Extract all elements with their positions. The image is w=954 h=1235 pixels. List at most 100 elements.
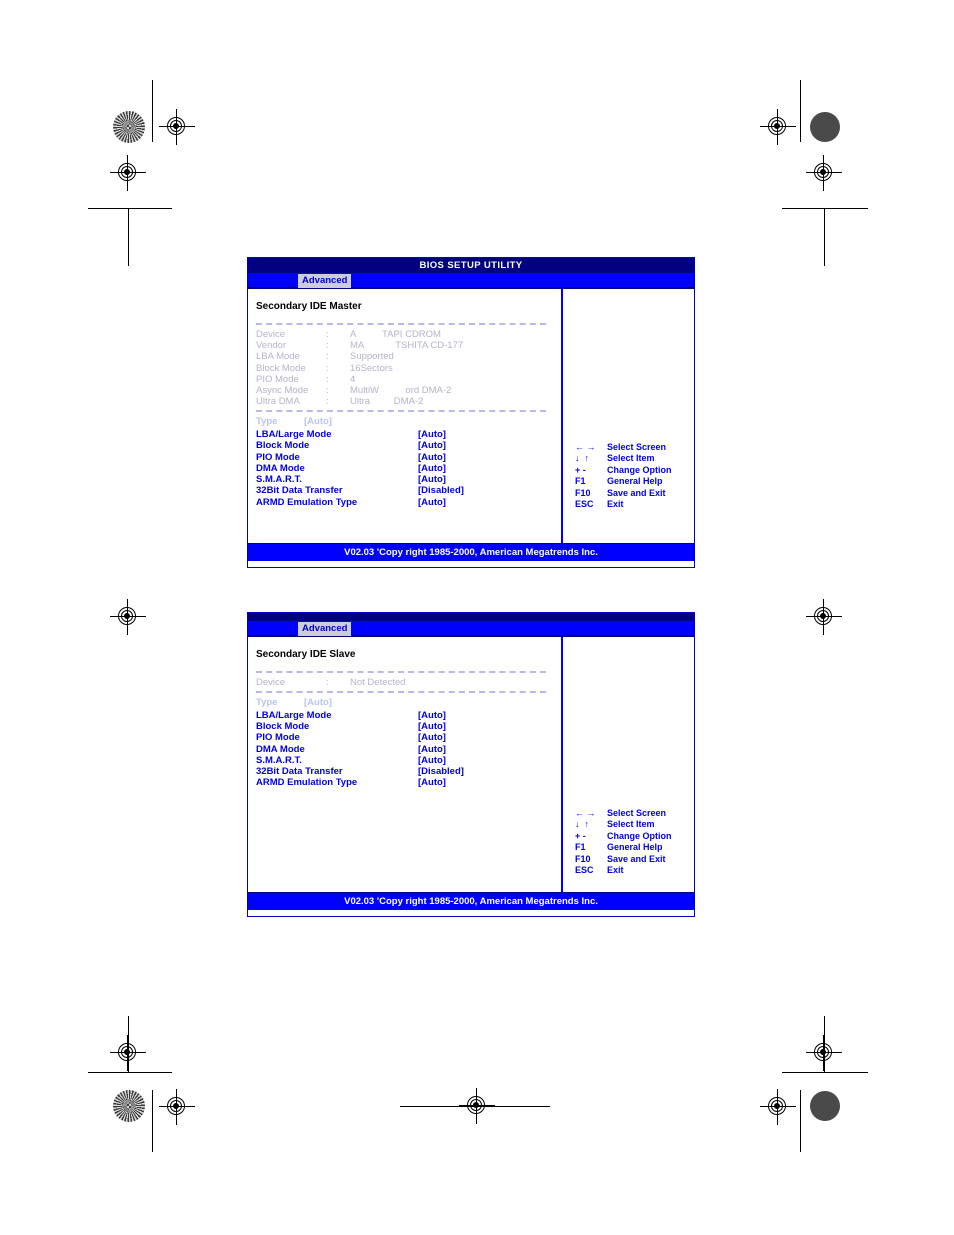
- crop-line: [152, 1090, 153, 1152]
- setting-label: 32Bit Data Transfer: [256, 766, 343, 778]
- registration-mark: [760, 1089, 796, 1125]
- setting-row[interactable]: ARMD Emulation Type [Auto]: [256, 777, 561, 788]
- tab-advanced[interactable]: Advanced: [298, 622, 352, 636]
- setting-label: PIO Mode: [256, 732, 300, 744]
- crop-line: [782, 208, 868, 209]
- setting-row[interactable]: S.M.A.R.T. [Auto]: [256, 474, 561, 485]
- bios-menu-bar: Advanced: [248, 273, 694, 289]
- device-info-label: Vendor: [256, 340, 287, 352]
- bios-content-area: Secondary IDE Master Device: A TAPI CDROM…: [248, 289, 694, 543]
- device-info-value: MultiW ord DMA-2: [350, 385, 452, 397]
- density-patch-mark: [810, 1091, 840, 1121]
- setting-row[interactable]: 32Bit Data Transfer [Disabled]: [256, 766, 561, 777]
- key-legend-key: ESC: [575, 865, 594, 876]
- setting-row[interactable]: LBA/Large Mode [Auto]: [256, 710, 561, 721]
- registration-mark: [159, 1089, 195, 1125]
- setting-row[interactable]: 32Bit Data Transfer [Disabled]: [256, 485, 561, 496]
- tab-advanced[interactable]: Advanced: [298, 274, 352, 288]
- device-info-colon: :: [326, 351, 329, 363]
- setting-value: [Auto]: [418, 440, 446, 452]
- crop-line: [824, 208, 825, 266]
- key-legend-desc: Change Option: [607, 830, 672, 841]
- bios-setup-screen-master: BIOS SETUP UTILITY Advanced Secondary ID…: [247, 257, 695, 568]
- setting-label: ARMD Emulation Type: [256, 496, 358, 508]
- divider: [256, 410, 546, 413]
- setting-value: [Auto]: [418, 777, 446, 789]
- setting-row[interactable]: PIO Mode [Auto]: [256, 732, 561, 743]
- device-info-value: MA TSHITA CD-177: [350, 340, 464, 352]
- settings-list: LBA/Large Mode [Auto] Block Mode [Auto] PIO …: [256, 429, 561, 508]
- key-legend-row: ↓ ↑ Select Item: [575, 453, 672, 464]
- setting-row[interactable]: LBA/Large Mode [Auto]: [256, 429, 561, 440]
- device-info-label: Device: [256, 677, 286, 688]
- density-patch-mark: [810, 112, 840, 142]
- device-info-row: Device: A TAPI CDROM: [256, 329, 561, 340]
- registration-mark: [806, 599, 842, 635]
- key-legend-desc: Change Option: [607, 464, 672, 475]
- setting-row[interactable]: Block Mode [Auto]: [256, 440, 561, 451]
- device-info-list: Device: Not Detected: [256, 677, 561, 688]
- bios-menu-bar: Advanced: [248, 621, 694, 637]
- setting-row-type[interactable]: Type [Auto]: [256, 697, 561, 709]
- setting-row[interactable]: ARMD Emulation Type [Auto]: [256, 497, 561, 508]
- device-info-row: PIO Mode: 4: [256, 374, 561, 385]
- setting-row[interactable]: DMA Mode [Auto]: [256, 744, 561, 755]
- bios-title-bar: [248, 613, 694, 621]
- setting-label: DMA Mode: [256, 743, 305, 755]
- setting-value: [Disabled]: [418, 485, 464, 497]
- key-legend-desc: Exit: [607, 499, 624, 510]
- setting-row[interactable]: Block Mode [Auto]: [256, 721, 561, 732]
- page-title: Secondary IDE Slave: [256, 649, 356, 660]
- key-legend-row: + - Change Option: [575, 465, 672, 476]
- key-legend-row: F10 Save and Exit: [575, 488, 672, 499]
- divider: [256, 691, 546, 694]
- setting-label: DMA Mode: [256, 462, 305, 474]
- device-info-colon: :: [326, 340, 329, 352]
- key-legend-key: ↓ ↑: [575, 819, 590, 830]
- setting-value: [Auto]: [304, 416, 332, 428]
- registration-mark: [760, 109, 796, 145]
- setting-value: [Auto]: [418, 709, 446, 721]
- crop-line: [152, 80, 153, 142]
- device-info-label: Device: [256, 329, 286, 340]
- key-legend-desc: Save and Exit: [607, 853, 666, 864]
- bios-footer-bar: V02.03 'Copy right 1985-2000, American M…: [248, 543, 694, 561]
- setting-label: S.M.A.R.T.: [256, 754, 302, 766]
- setting-row[interactable]: DMA Mode [Auto]: [256, 463, 561, 474]
- device-info-value: Supported: [350, 351, 394, 363]
- setting-label: Type: [256, 416, 278, 428]
- key-legend-key: F1: [575, 842, 586, 853]
- key-legend-key: F10: [575, 487, 591, 498]
- rosette-mark: [113, 1090, 145, 1122]
- setting-row-type[interactable]: Type [Auto]: [256, 416, 561, 428]
- setting-row[interactable]: S.M.A.R.T. [Auto]: [256, 755, 561, 766]
- setting-row[interactable]: PIO Mode [Auto]: [256, 452, 561, 463]
- setting-label: PIO Mode: [256, 451, 300, 463]
- setting-value: [Auto]: [418, 474, 446, 486]
- device-info-label: PIO Mode: [256, 373, 299, 385]
- device-info-colon: :: [326, 373, 329, 385]
- setting-value: [Auto]: [418, 428, 446, 440]
- key-legend-desc: General Help: [607, 842, 663, 853]
- key-legend-desc: Select Item: [607, 453, 655, 464]
- key-legend-row: F10 Save and Exit: [575, 854, 672, 865]
- setting-label: ARMD Emulation Type: [256, 777, 358, 789]
- setting-label: Block Mode: [256, 721, 310, 732]
- key-legend-key: ESC: [575, 499, 594, 510]
- device-info-value: Ultra DMA-2: [350, 396, 424, 408]
- crop-line: [128, 208, 129, 266]
- setting-label: 32Bit Data Transfer: [256, 485, 343, 497]
- device-info-label: Async Mode: [256, 385, 309, 397]
- setting-value: [Auto]: [304, 697, 332, 709]
- key-legend-desc: General Help: [607, 476, 663, 487]
- key-legend-row: ← → Select Screen: [575, 808, 672, 819]
- key-legend-row: F1 General Help: [575, 476, 672, 487]
- device-info-row: LBA Mode: Supported: [256, 351, 561, 362]
- key-legend: ← → Select Screen ↓ ↑ Select Item + - Change …: [575, 808, 672, 876]
- setting-value: [Auto]: [418, 721, 446, 732]
- setting-label: LBA/Large Mode: [256, 428, 332, 440]
- device-info-row: Async Mode: MultiW ord DMA-2: [256, 385, 561, 396]
- bios-settings-pane: Secondary IDE Slave Device: Not Detected …: [248, 637, 563, 892]
- registration-mark: [459, 1088, 495, 1124]
- device-info-colon: :: [326, 329, 329, 340]
